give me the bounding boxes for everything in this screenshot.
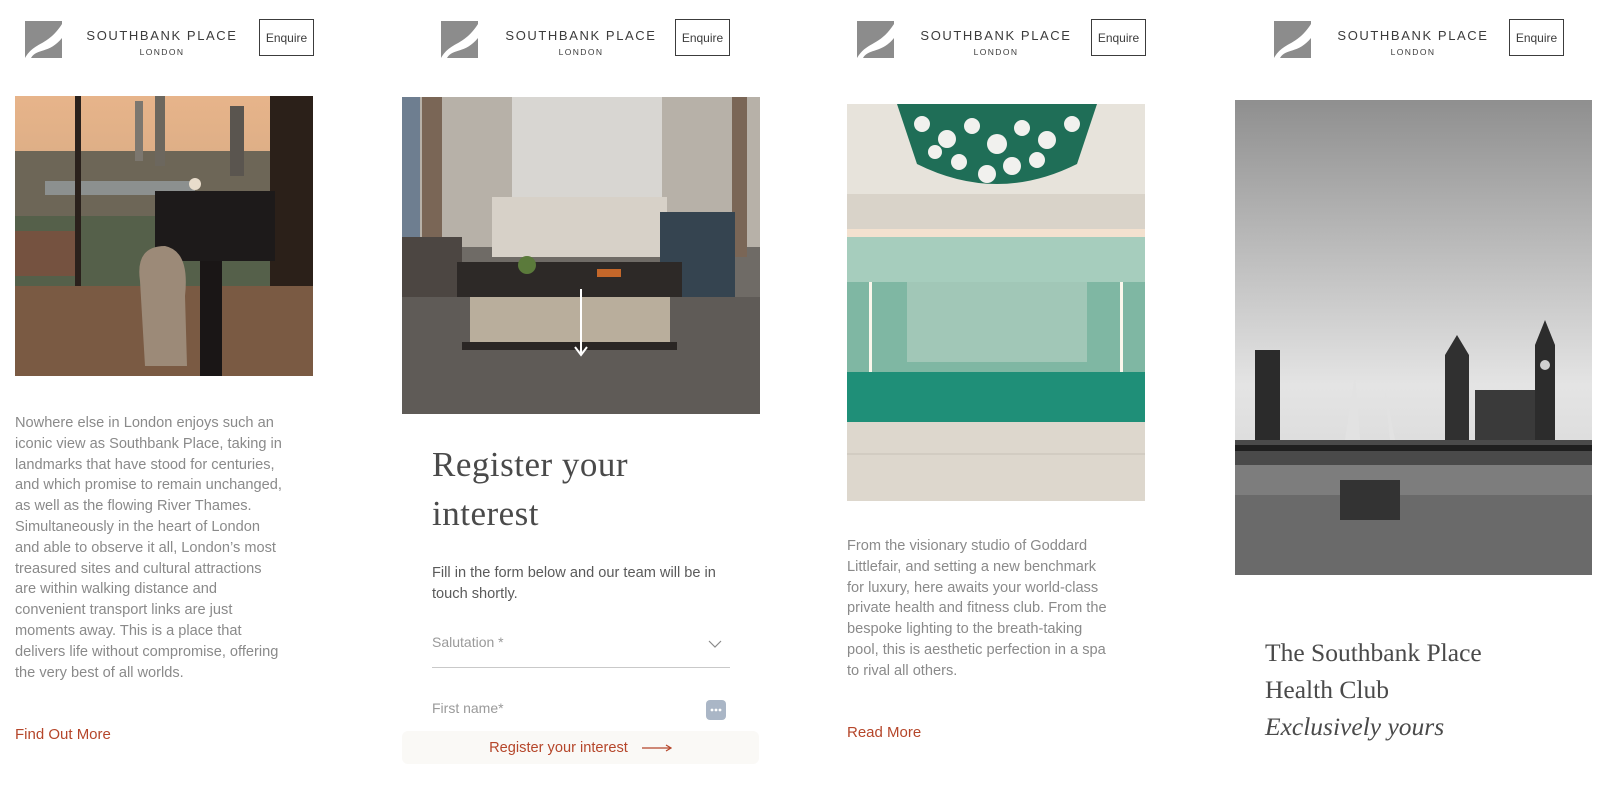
register-intro: Fill in the form below and our team will…: [432, 565, 716, 602]
enquire-button[interactable]: Enquire: [259, 19, 314, 56]
first-name-placeholder: First name*: [432, 700, 504, 716]
brand-name: SOUTHBANK PLACE: [1337, 28, 1489, 43]
brand-wordmark[interactable]: SOUTHBANK PLACE LONDON: [501, 28, 661, 57]
brand-sub: LONDON: [1390, 47, 1436, 57]
brand-name: SOUTHBANK PLACE: [920, 28, 1072, 43]
enquire-button[interactable]: Enquire: [1091, 19, 1146, 56]
health-club-description: From the visionary studio of Goddard Lit…: [847, 538, 1107, 679]
brand-wordmark[interactable]: SOUTHBANK PLACE LONDON: [1333, 28, 1493, 57]
panel-views: SOUTHBANK PLACE LONDON Enquire Nowhere e…: [15, 0, 375, 787]
enquire-button[interactable]: Enquire: [1509, 19, 1564, 56]
brand-sub: LONDON: [558, 47, 604, 57]
register-heading: Register your interest: [432, 440, 628, 538]
brand-sub: LONDON: [973, 47, 1019, 57]
panel-health-club: SOUTHBANK PLACE LONDON Enquire From the …: [847, 0, 1207, 787]
first-name-field[interactable]: First name*: [432, 700, 730, 732]
westminster-skyline-photo: [1235, 100, 1592, 575]
logo-icon[interactable]: [441, 21, 478, 58]
salutation-select[interactable]: Salutation *: [432, 634, 730, 668]
health-club-tagline: Exclusively yours: [1265, 712, 1445, 741]
logo-icon[interactable]: [25, 21, 62, 58]
brand-wordmark[interactable]: SOUTHBANK PLACE LONDON: [82, 28, 242, 57]
enquire-button[interactable]: Enquire: [675, 19, 730, 56]
panel-register: SOUTHBANK PLACE LONDON Enquire Register …: [401, 0, 761, 787]
autofill-icon[interactable]: [706, 700, 726, 720]
logo-icon[interactable]: [857, 21, 894, 58]
logo-icon[interactable]: [1274, 21, 1311, 58]
brand-sub: LONDON: [139, 47, 185, 57]
panel-health-club-hero: SOUTHBANK PLACE LONDON Enquire The South…: [1235, 0, 1595, 787]
register-interest-label: Register your interest: [489, 739, 628, 756]
chevron-down-icon: [708, 636, 722, 654]
pool-photo: [847, 104, 1145, 501]
health-club-heading: The Southbank Place Health Club Exclusiv…: [1265, 634, 1482, 745]
register-interest-button[interactable]: Register your interest: [402, 731, 759, 764]
brand-name: SOUTHBANK PLACE: [86, 28, 238, 43]
register-heading-line2: interest: [432, 494, 540, 533]
brand-name: SOUTHBANK PLACE: [505, 28, 657, 43]
arrow-right-icon: [641, 739, 673, 757]
health-club-heading-line2: Health Club: [1265, 675, 1389, 704]
brand-wordmark[interactable]: SOUTHBANK PLACE LONDON: [916, 28, 1076, 57]
health-club-heading-line1: The Southbank Place: [1265, 638, 1482, 667]
read-more-link[interactable]: Read More: [847, 724, 921, 741]
register-heading-line1: Register your: [432, 445, 629, 484]
find-out-more-link[interactable]: Find Out More: [15, 726, 111, 743]
salutation-placeholder: Salutation *: [432, 634, 504, 650]
interior-view-photo: [15, 96, 313, 376]
views-description: Nowhere else in London enjoys such an ic…: [15, 415, 282, 681]
living-room-photo: [402, 97, 760, 414]
